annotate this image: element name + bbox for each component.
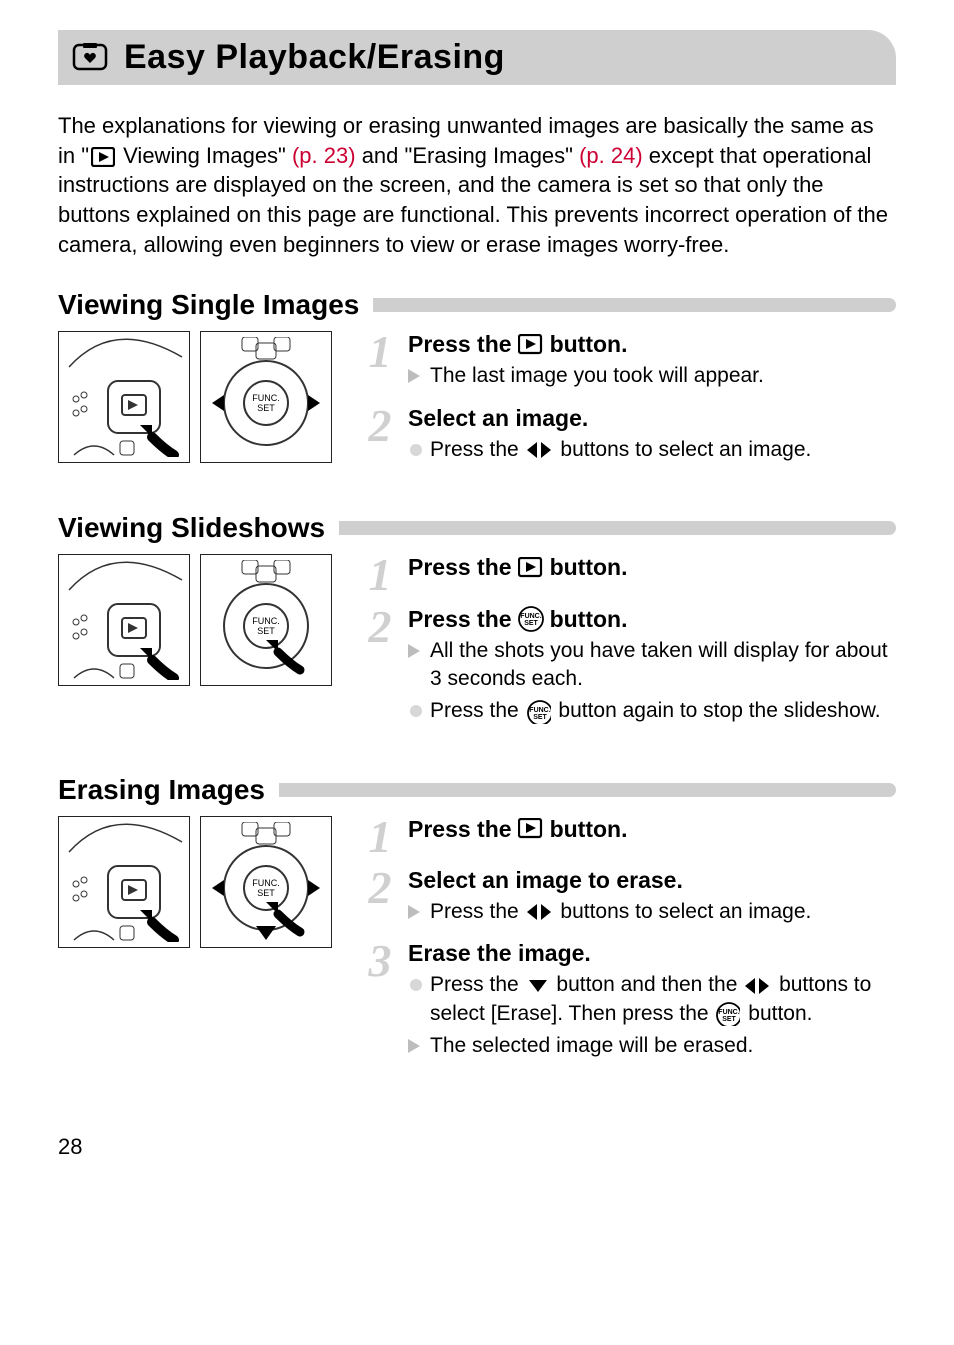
step-number-3: 3 bbox=[362, 940, 398, 1064]
step-text: Press the bbox=[408, 331, 512, 358]
step-text: Press the bbox=[430, 438, 525, 461]
func-set-icon bbox=[518, 606, 544, 632]
func-set-icon bbox=[527, 700, 551, 724]
intro-text-2: Viewing Images" bbox=[117, 143, 292, 168]
step-text: button. bbox=[550, 554, 628, 581]
section-heading-label: Erasing Images bbox=[58, 774, 265, 806]
control-wheel-diagram bbox=[200, 331, 332, 463]
step-1-title: Press the button. bbox=[408, 816, 896, 843]
step-2-title: Select an image to erase. bbox=[408, 867, 896, 894]
page-ref-24[interactable]: (p. 24) bbox=[579, 143, 643, 168]
section-heading-viewing-single: Viewing Single Images bbox=[58, 289, 896, 321]
diagram-group bbox=[58, 816, 338, 1075]
camera-back-diagram bbox=[58, 816, 190, 948]
intro-text-3: and "Erasing Images" bbox=[356, 143, 580, 168]
step-text: Press the bbox=[408, 554, 512, 581]
step-2-title: Press the button. bbox=[408, 606, 896, 633]
diagram-group bbox=[58, 331, 338, 478]
section-heading-label: Viewing Slideshows bbox=[58, 512, 325, 544]
camera-back-diagram bbox=[58, 331, 190, 463]
step-2-detail: Press the buttons to select an image. bbox=[408, 436, 896, 464]
playback-icon bbox=[518, 334, 544, 356]
step-number-1: 1 bbox=[362, 331, 398, 394]
step-number-2: 2 bbox=[362, 405, 398, 468]
step-3-detail-1: Press the button and then the buttons to… bbox=[408, 971, 896, 1028]
playback-icon bbox=[518, 818, 544, 840]
heading-bar bbox=[373, 298, 896, 312]
page-number: 28 bbox=[58, 1134, 896, 1160]
step-2-detail-1: All the shots you have taken will displa… bbox=[408, 637, 896, 694]
func-set-icon bbox=[716, 1002, 740, 1026]
left-right-icon bbox=[745, 976, 771, 996]
heart-camera-icon bbox=[72, 43, 110, 73]
page-title-bar: Easy Playback/Erasing bbox=[58, 30, 896, 85]
step-3-detail-2: The selected image will be erased. bbox=[408, 1032, 896, 1060]
step-text: Press the bbox=[408, 606, 512, 633]
page-title: Easy Playback/Erasing bbox=[124, 38, 505, 77]
step-text: button. bbox=[748, 1002, 812, 1025]
step-2-detail: Press the buttons to select an image. bbox=[408, 898, 896, 926]
step-number-2: 2 bbox=[362, 606, 398, 730]
step-1-title: Press the button. bbox=[408, 554, 896, 581]
step-text: Press the bbox=[430, 973, 525, 996]
intro-paragraph: The explanations for viewing or erasing … bbox=[58, 111, 896, 259]
heading-bar bbox=[279, 783, 896, 797]
step-text: button and then the bbox=[556, 973, 743, 996]
step-number-1: 1 bbox=[362, 816, 398, 857]
control-wheel-diagram bbox=[200, 554, 332, 686]
diagram-group bbox=[58, 554, 338, 739]
step-3-title: Erase the image. bbox=[408, 940, 896, 967]
playback-icon bbox=[518, 557, 544, 579]
step-1-detail: The last image you took will appear. bbox=[408, 362, 896, 390]
step-number-1: 1 bbox=[362, 554, 398, 595]
step-text: button. bbox=[550, 331, 628, 358]
section-heading-erasing: Erasing Images bbox=[58, 774, 896, 806]
step-text: Press the bbox=[430, 699, 525, 722]
section-heading-label: Viewing Single Images bbox=[58, 289, 359, 321]
left-right-icon bbox=[527, 440, 553, 460]
step-2-title: Select an image. bbox=[408, 405, 896, 432]
step-text: button again to stop the slideshow. bbox=[558, 699, 880, 722]
heading-bar bbox=[339, 521, 896, 535]
step-text: buttons to select an image. bbox=[560, 900, 811, 923]
left-right-icon bbox=[527, 902, 553, 922]
page-ref-23[interactable]: (p. 23) bbox=[292, 143, 356, 168]
camera-back-diagram bbox=[58, 554, 190, 686]
step-number-2: 2 bbox=[362, 867, 398, 930]
section-heading-viewing-slideshows: Viewing Slideshows bbox=[58, 512, 896, 544]
step-text: buttons to select an image. bbox=[560, 438, 811, 461]
step-text: Press the bbox=[430, 900, 525, 923]
step-text: button. bbox=[550, 816, 628, 843]
step-2-detail-2: Press the button again to stop the slide… bbox=[408, 697, 896, 725]
step-1-title: Press the button. bbox=[408, 331, 896, 358]
down-icon bbox=[527, 978, 549, 994]
step-text: Press the bbox=[408, 816, 512, 843]
playback-icon bbox=[91, 147, 115, 167]
step-text: button. bbox=[550, 606, 628, 633]
control-wheel-diagram bbox=[200, 816, 332, 948]
